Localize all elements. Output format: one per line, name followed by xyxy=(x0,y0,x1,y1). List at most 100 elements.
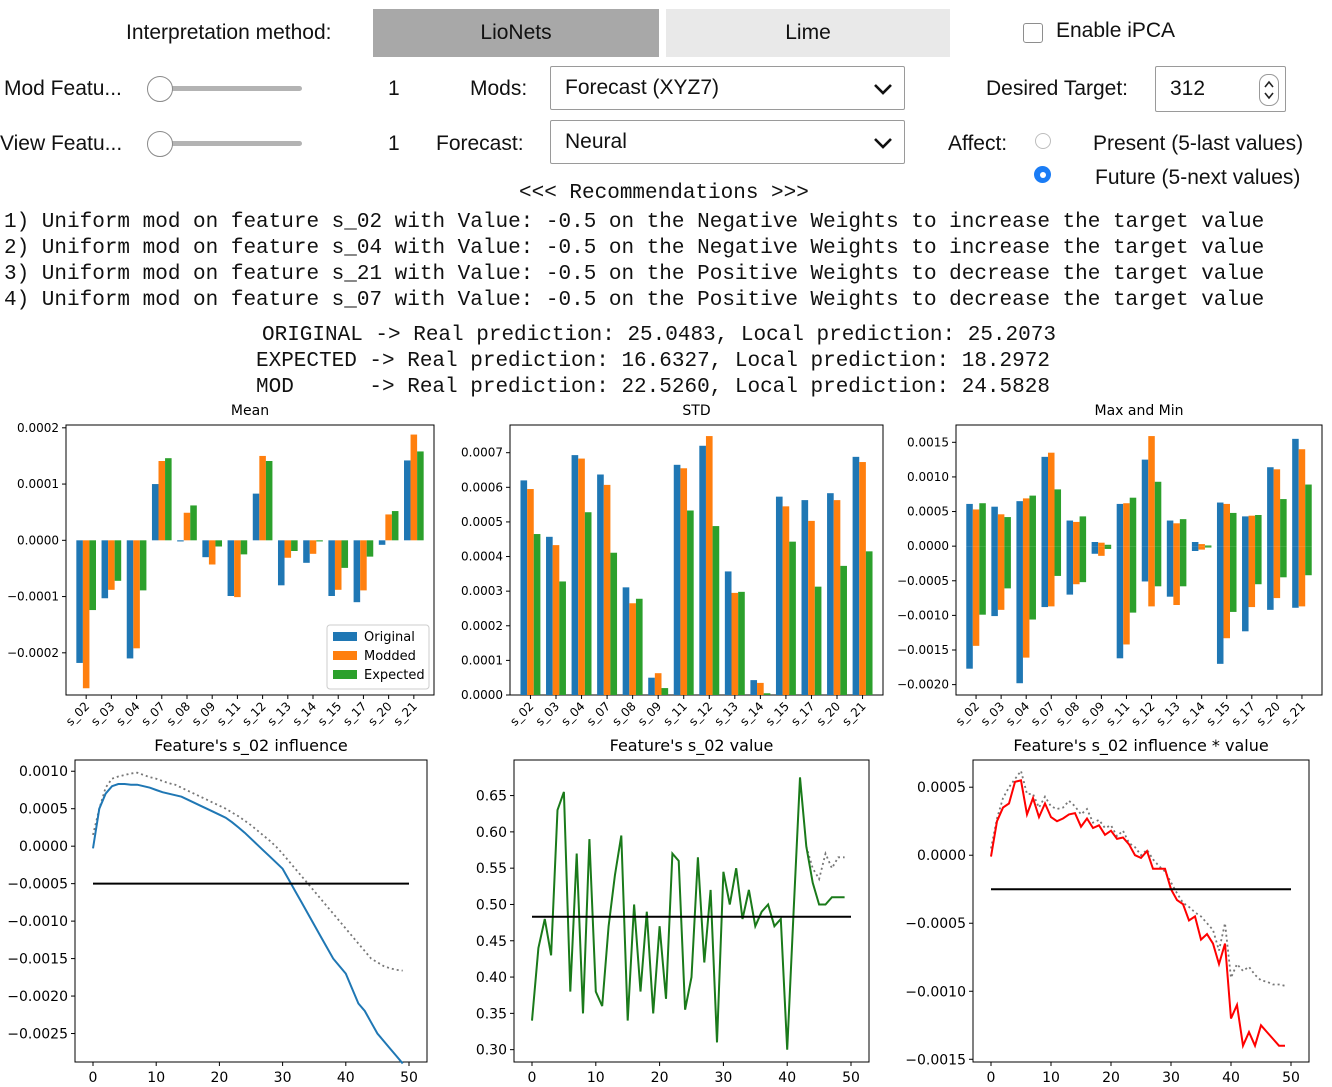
x-tick-label: 0 xyxy=(89,1070,98,1086)
x-tick-label: s_21 xyxy=(391,699,420,728)
bar xyxy=(1273,546,1281,599)
x-tick-label: s_09 xyxy=(635,699,664,728)
y-tick-label: 0.0015 xyxy=(907,435,949,449)
bar xyxy=(1148,546,1155,607)
y-tick-label: 0.0005 xyxy=(461,515,503,529)
bar xyxy=(165,458,172,541)
affect-present-radio[interactable] xyxy=(1035,133,1051,149)
bar xyxy=(202,540,209,558)
bar xyxy=(190,505,197,541)
y-tick-label: −0.0010 xyxy=(905,984,966,1000)
bar xyxy=(417,451,424,541)
bar xyxy=(738,591,745,695)
forecast-dropdown[interactable]: Neural xyxy=(550,120,905,164)
stepper-arrows-icon xyxy=(1264,80,1274,100)
plot-frame xyxy=(955,424,1323,696)
bar xyxy=(520,480,528,695)
y-tick-label: −0.0025 xyxy=(7,1027,68,1043)
chevron-down-icon xyxy=(874,84,892,95)
y-tick-label: 0.0005 xyxy=(907,505,949,519)
lionets-button[interactable]: LioNets xyxy=(373,9,659,57)
bar xyxy=(1305,546,1312,576)
bar xyxy=(1104,546,1112,549)
chart-title: Feature's s_02 value xyxy=(610,736,774,756)
chevron-down-icon xyxy=(874,138,892,149)
bar xyxy=(1198,544,1205,547)
y-tick-label: −0.0015 xyxy=(7,952,68,968)
mod-feature-value: 1 xyxy=(388,77,400,100)
x-tick-label: s_15 xyxy=(315,699,344,728)
x-tick-label: s_15 xyxy=(763,699,792,728)
view-feature-slider-handle[interactable] xyxy=(147,131,173,157)
bar xyxy=(1141,459,1149,547)
bar xyxy=(1116,546,1124,659)
lime-button[interactable]: Lime xyxy=(666,9,950,57)
recommendations-header: <<< Recommendations >>> xyxy=(519,182,809,205)
number-stepper[interactable] xyxy=(1259,74,1279,106)
bar xyxy=(215,540,223,547)
prediction-mod: MOD -> Real prediction: 22.5260, Local p… xyxy=(256,376,1050,399)
bar xyxy=(827,493,834,695)
original-series-line xyxy=(92,783,404,1065)
legend-swatch xyxy=(333,632,357,641)
bar xyxy=(1048,546,1055,607)
y-tick-label: 0.40 xyxy=(476,970,507,986)
y-tick-label: −0.0001 xyxy=(7,590,59,604)
bar xyxy=(622,587,630,695)
bar xyxy=(1004,546,1011,589)
bar xyxy=(158,461,166,541)
x-tick-label: s_20 xyxy=(365,699,394,728)
mod-feature-slider-handle[interactable] xyxy=(147,76,173,102)
bar xyxy=(972,509,980,547)
bar xyxy=(1216,502,1224,547)
bar xyxy=(979,546,986,615)
bar xyxy=(750,680,758,695)
desired-target-input[interactable]: 312 xyxy=(1155,66,1286,112)
bar xyxy=(680,468,688,695)
bar xyxy=(1098,546,1105,556)
y-tick-label: 0.0000 xyxy=(17,533,59,547)
x-tick-label: s_07 xyxy=(584,699,613,728)
x-tick-label: s_13 xyxy=(1153,699,1182,728)
bar xyxy=(571,455,579,695)
x-tick-label: s_14 xyxy=(737,699,766,728)
affect-present-label: Present (5-last values) xyxy=(1093,132,1304,155)
bar xyxy=(865,551,873,695)
bar xyxy=(1179,546,1187,587)
y-tick-label: 0.60 xyxy=(476,825,507,841)
bar xyxy=(712,526,720,695)
bar xyxy=(1179,519,1187,547)
bar xyxy=(126,540,134,659)
bar xyxy=(1073,521,1080,547)
bar xyxy=(177,540,184,542)
x-tick-label: 50 xyxy=(1282,1070,1300,1086)
max-min-bar-chart: Max and Mins_02s_03s_04s_07s_08s_09s_11s… xyxy=(897,403,1323,729)
x-tick-label: s_11 xyxy=(214,699,243,728)
x-tick-label: 40 xyxy=(337,1070,355,1086)
bar xyxy=(782,506,790,695)
bar xyxy=(1116,503,1124,547)
bar xyxy=(1229,546,1237,612)
bar xyxy=(610,552,618,695)
x-tick-label: s_02 xyxy=(953,699,982,728)
bar xyxy=(1073,546,1080,585)
recommendation-line: 4) Uniform mod on feature s_07 with Valu… xyxy=(4,289,1265,312)
bar xyxy=(334,540,342,590)
bar xyxy=(1229,512,1237,547)
x-tick-label: 30 xyxy=(274,1070,292,1086)
bar xyxy=(991,506,998,547)
x-tick-label: s_17 xyxy=(788,699,817,728)
enable-ipca-label: Enable iPCA xyxy=(1056,19,1176,42)
bar xyxy=(1148,436,1155,547)
x-tick-label: s_02 xyxy=(63,699,92,728)
mods-dropdown[interactable]: Forecast (XYZ7) xyxy=(550,66,905,110)
bar xyxy=(1242,546,1249,632)
y-tick-label: −0.0010 xyxy=(897,608,949,622)
affect-future-radio[interactable] xyxy=(1034,166,1051,183)
view-feature-value: 1 xyxy=(388,132,400,155)
y-tick-label: 0.0007 xyxy=(461,446,503,460)
bar xyxy=(731,592,739,695)
enable-ipca-checkbox[interactable] xyxy=(1023,23,1043,43)
x-tick-label: s_11 xyxy=(660,699,689,728)
bar xyxy=(1204,546,1212,548)
